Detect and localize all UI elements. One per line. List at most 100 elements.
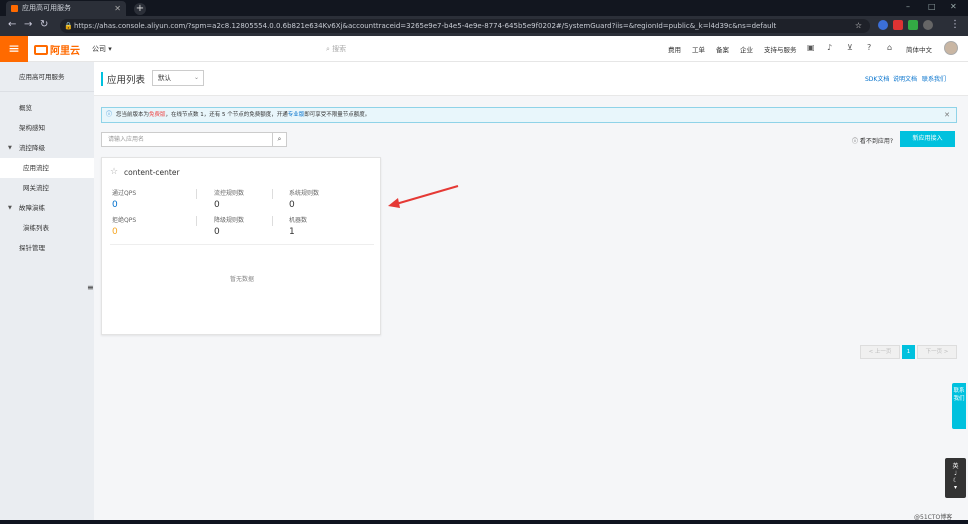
upgrade-link[interactable]: 专业版 [288,112,305,118]
extension-icon[interactable] [923,20,933,30]
empty-state: 暂无数据 [229,276,254,283]
next-page-button[interactable]: 下一页 > [917,345,957,359]
menu-icon[interactable]: ≡ [0,36,28,62]
forward-icon[interactable]: → [24,19,32,30]
terminal-icon[interactable]: ▣ [807,43,815,52]
maximize-button[interactable]: □ [928,2,936,11]
sidebar-item-architecture[interactable]: 架构感知 [0,118,94,138]
search-icon[interactable]: ⌕ [272,133,286,146]
language-toggle[interactable]: 英 [945,461,966,470]
page-title: 应用列表 [107,75,146,86]
nav-fees[interactable]: 费用 [668,44,681,54]
mic-icon[interactable]: ♩ [945,470,966,477]
divider [272,189,273,199]
close-tab-icon[interactable]: ✕ [114,1,121,16]
metric-label: 系统规则数 [289,190,320,197]
namespace-select[interactable]: 默认 ⌄ [152,70,204,86]
minimize-button[interactable]: – [906,2,910,11]
shirt-icon[interactable]: ▾ [945,484,966,491]
extension-icon[interactable] [878,20,888,30]
sidebar-item-label: 故障演练 [19,204,45,212]
notice-suffix: 即可享受不限量节点额度。 [304,112,371,118]
help-icon[interactable]: ? [867,43,871,52]
contact-link[interactable]: 联系我们 [922,74,946,83]
prev-page-button[interactable]: < 上一页 [860,345,900,359]
close-window-button[interactable]: ✕ [950,2,957,11]
docs-link[interactable]: 说明文档 [893,74,917,83]
sidebar-item-overview[interactable]: 概览 [0,98,94,118]
nav-enterprise[interactable]: 企业 [740,44,753,54]
notice-middle: ，在线节点数 1，还有 5 个节点的免费额度，开通 [165,112,288,118]
sidebar: 应用高可用服务 概览 架构感知 ▼ 流控降级 应用流控 网关流控 ▼ 故障演练 演练… [0,62,94,520]
menu-kebab-icon[interactable]: ⋮ [950,19,960,30]
app-search-placeholder: 请输入应用名 [108,136,145,143]
company-selector[interactable]: 公司 ▾ [92,44,112,54]
nav-filing[interactable]: 备案 [716,44,729,54]
collapse-sidebar-icon[interactable]: ≡ [87,283,94,292]
metric-system-rules: 系统规则数 0 [289,188,319,210]
notice-prefix: 您当前版本为 [116,112,150,118]
nav-tickets[interactable]: 工单 [692,44,705,54]
sidebar-item-probe[interactable]: 探针管理 [0,238,94,258]
app-card[interactable]: ☆ content-center 通过QPS 0 流控规则数 0 系统规则数 0… [101,157,381,335]
divider [196,189,197,199]
cart-icon[interactable]: ⊻ [847,43,853,52]
aliyun-logo-icon [34,45,48,55]
new-app-button[interactable]: 新应用接入 [900,131,955,147]
app-search-input[interactable]: 请输入应用名 ⌕ [101,132,287,147]
feedback-tab[interactable]: 联系我们 [952,383,966,429]
metric-value: 1 [289,227,295,237]
sidebar-item-drill-list[interactable]: 演练列表 [0,218,94,238]
reload-icon[interactable]: ↻ [40,19,48,30]
global-search[interactable]: ⌕ 搜索 [326,44,346,54]
sdk-docs-link[interactable]: SDK文档 [865,74,889,83]
arrow-head [388,198,400,208]
language-selector[interactable]: 简体中文 [906,44,932,54]
window-bottom [0,520,968,524]
sidebar-item-label: 架构感知 [19,124,45,132]
help-circle-icon: ⓘ [852,138,860,145]
notice-version: 免费版 [149,112,166,118]
bookmark-star-icon[interactable]: ☆ [855,19,862,33]
logo[interactable]: 阿里云 [34,42,80,57]
extension-icon[interactable] [893,20,903,30]
back-icon[interactable]: ← [8,19,16,30]
sidebar-item-app-flow[interactable]: 应用流控 [0,158,94,178]
metric-value: 0 [289,200,295,210]
sidebar-item-label: 探针管理 [19,244,45,252]
metric-label: 机器数 [289,217,308,224]
sidebar-item-fault-drill[interactable]: ▼ 故障演练 [0,198,94,218]
title-accent [101,72,103,86]
divider [272,216,273,226]
favorite-star-icon[interactable]: ☆ [110,167,118,177]
logo-text: 阿里云 [50,46,80,57]
bell-icon[interactable]: ♪ [827,43,832,52]
home-icon[interactable]: ⌂ [887,43,892,52]
console-header: ≡ 阿里云 公司 ▾ ⌕ 搜索 费用 工单 备案 企业 支持与服务 ▣ ♪ ⊻ … [0,36,968,62]
new-tab-button[interactable]: + [134,3,146,15]
metric-pass-qps: 通过QPS 0 [112,188,136,210]
floating-toolbar[interactable]: 英 ♩ ☾ ▾ [945,458,966,498]
app-name[interactable]: content-center [124,168,180,177]
sidebar-item-label: 演练列表 [23,224,49,232]
metric-flow-rules: 流控规则数 0 [214,188,244,210]
metric-machines: 机器数 1 [289,215,307,237]
url-text: https://ahas.console.aliyun.com/?spm=a2c… [74,22,777,30]
url-input[interactable]: 🔒 https://ahas.console.aliyun.com/?spm=a… [60,19,870,33]
nav-support[interactable]: 支持与服务 [764,44,797,54]
sidebar-item-flow-control[interactable]: ▼ 流控降级 [0,138,94,158]
metric-degrade-rules: 降级规则数 0 [214,215,244,237]
avatar[interactable] [944,41,958,55]
close-icon[interactable]: ✕ [944,108,950,122]
browser-tab[interactable]: 应用高可用服务 ✕ [6,1,126,16]
sidebar-item-gateway-flow[interactable]: 网关流控 [0,178,94,198]
missing-app-hint[interactable]: ⓘ 看不到应用? [852,136,893,145]
divider [196,216,197,226]
page-header: 应用列表 默认 ⌄ SDK文档 说明文档 联系我们 [94,62,968,96]
hint-text: 看不到应用? [859,138,894,145]
sidebar-item-label: 流控降级 [19,144,45,152]
extension-icon[interactable] [908,20,918,30]
page-1-button[interactable]: 1 [902,345,915,359]
metric-value: 0 [112,227,118,237]
moon-icon[interactable]: ☾ [945,477,966,484]
